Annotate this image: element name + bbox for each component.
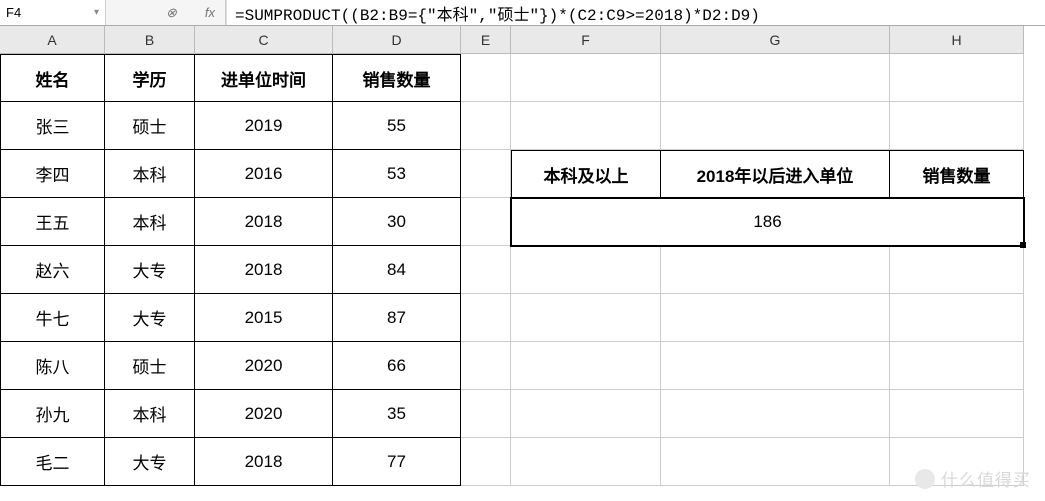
table-row[interactable]: 陈八 bbox=[0, 342, 105, 390]
cell-H6[interactable] bbox=[890, 294, 1024, 342]
col-header-B[interactable]: B bbox=[105, 26, 195, 54]
table-row[interactable]: 本科 bbox=[105, 390, 195, 438]
cell-F9[interactable] bbox=[511, 438, 661, 486]
cell-G8[interactable] bbox=[661, 390, 890, 438]
table-row[interactable]: 大专 bbox=[105, 438, 195, 486]
cell-G9[interactable] bbox=[661, 438, 890, 486]
table-row[interactable]: 66 bbox=[333, 342, 461, 390]
col-header-E[interactable]: E bbox=[461, 26, 511, 54]
formula-bar-buttons: ⊗ fx bbox=[106, 0, 226, 25]
cell-F7[interactable] bbox=[511, 342, 661, 390]
formula-bar: F4 ▾ ⊗ fx =SUMPRODUCT((B2:B9={"本科","硕士"}… bbox=[0, 0, 1045, 26]
col-header-F[interactable]: F bbox=[511, 26, 661, 54]
summary-header-F[interactable]: 本科及以上 bbox=[511, 150, 661, 198]
table-row[interactable]: 牛七 bbox=[0, 294, 105, 342]
header-qty[interactable]: 销售数量 bbox=[333, 54, 461, 102]
cell-F2[interactable] bbox=[511, 102, 661, 150]
cell-E8[interactable] bbox=[461, 390, 511, 438]
table-row[interactable]: 赵六 bbox=[0, 246, 105, 294]
table-row[interactable]: 2018 bbox=[195, 246, 333, 294]
table-row[interactable]: 孙九 bbox=[0, 390, 105, 438]
cell-F5[interactable] bbox=[511, 246, 661, 294]
cell-H1[interactable] bbox=[890, 54, 1024, 102]
table-row[interactable]: 硕士 bbox=[105, 102, 195, 150]
table-row[interactable]: 77 bbox=[333, 438, 461, 486]
formula-input[interactable]: =SUMPRODUCT((B2:B9={"本科","硕士"})*(C2:C9>=… bbox=[226, 0, 1045, 25]
cell-H8[interactable] bbox=[890, 390, 1024, 438]
table-row[interactable]: 84 bbox=[333, 246, 461, 294]
cell-H9[interactable] bbox=[890, 438, 1024, 486]
name-box[interactable]: F4 ▾ bbox=[0, 0, 106, 25]
table-row[interactable]: 李四 bbox=[0, 150, 105, 198]
cell-F1[interactable] bbox=[511, 54, 661, 102]
table-row[interactable]: 35 bbox=[333, 390, 461, 438]
col-header-H[interactable]: H bbox=[890, 26, 1024, 54]
table-row[interactable]: 2020 bbox=[195, 390, 333, 438]
table-row[interactable]: 王五 bbox=[0, 198, 105, 246]
table-row[interactable]: 2016 bbox=[195, 150, 333, 198]
col-header-C[interactable]: C bbox=[195, 26, 333, 54]
cell-H5[interactable] bbox=[890, 246, 1024, 294]
cell-E6[interactable] bbox=[461, 294, 511, 342]
cell-H7[interactable] bbox=[890, 342, 1024, 390]
table-row[interactable]: 30 bbox=[333, 198, 461, 246]
cell-H2[interactable] bbox=[890, 102, 1024, 150]
table-row[interactable]: 2018 bbox=[195, 198, 333, 246]
summary-header-G[interactable]: 2018年以后进入单位 bbox=[661, 150, 890, 198]
col-header-D[interactable]: D bbox=[333, 26, 461, 54]
header-name[interactable]: 姓名 bbox=[0, 54, 105, 102]
cell-E7[interactable] bbox=[461, 342, 511, 390]
cell-F8[interactable] bbox=[511, 390, 661, 438]
header-edu[interactable]: 学历 bbox=[105, 54, 195, 102]
chevron-down-icon[interactable]: ▾ bbox=[94, 7, 99, 18]
cancel-icon[interactable]: ⊗ bbox=[166, 5, 177, 21]
table-row[interactable]: 硕士 bbox=[105, 342, 195, 390]
cell-G5[interactable] bbox=[661, 246, 890, 294]
cell-E9[interactable] bbox=[461, 438, 511, 486]
name-box-text: F4 bbox=[6, 5, 21, 20]
cell-G6[interactable] bbox=[661, 294, 890, 342]
table-row[interactable]: 87 bbox=[333, 294, 461, 342]
table-row[interactable]: 2018 bbox=[195, 438, 333, 486]
table-row[interactable]: 55 bbox=[333, 102, 461, 150]
fx-icon[interactable]: fx bbox=[205, 5, 215, 20]
table-row[interactable]: 大专 bbox=[105, 246, 195, 294]
table-row[interactable]: 大专 bbox=[105, 294, 195, 342]
spreadsheet-grid[interactable]: A B C D E F G H 姓名 学历 进单位时间 销售数量 张三 硕士 2… bbox=[0, 26, 1045, 486]
table-row[interactable]: 53 bbox=[333, 150, 461, 198]
table-row[interactable]: 张三 bbox=[0, 102, 105, 150]
cell-G2[interactable] bbox=[661, 102, 890, 150]
summary-header-H[interactable]: 销售数量 bbox=[890, 150, 1024, 198]
table-row[interactable]: 毛二 bbox=[0, 438, 105, 486]
table-row[interactable]: 本科 bbox=[105, 150, 195, 198]
cell-E5[interactable] bbox=[461, 246, 511, 294]
col-header-G[interactable]: G bbox=[661, 26, 890, 54]
table-row[interactable]: 2015 bbox=[195, 294, 333, 342]
cell-E3[interactable] bbox=[461, 150, 511, 198]
col-header-A[interactable]: A bbox=[0, 26, 105, 54]
table-row[interactable]: 2020 bbox=[195, 342, 333, 390]
cell-F6[interactable] bbox=[511, 294, 661, 342]
summary-result[interactable]: 186 bbox=[511, 198, 1024, 246]
table-row[interactable]: 2019 bbox=[195, 102, 333, 150]
cell-E2[interactable] bbox=[461, 102, 511, 150]
cell-G7[interactable] bbox=[661, 342, 890, 390]
cell-E4[interactable] bbox=[461, 198, 511, 246]
cell-G1[interactable] bbox=[661, 54, 890, 102]
cell-E1[interactable] bbox=[461, 54, 511, 102]
table-row[interactable]: 本科 bbox=[105, 198, 195, 246]
header-year[interactable]: 进单位时间 bbox=[195, 54, 333, 102]
